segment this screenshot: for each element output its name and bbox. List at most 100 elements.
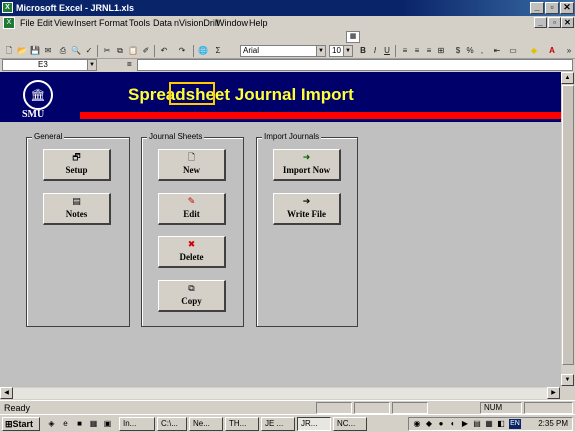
- menu-help[interactable]: Help: [249, 17, 268, 30]
- scroll-right-icon[interactable]: ▶: [547, 387, 560, 399]
- copy-button[interactable]: ⧉ Copy: [158, 280, 226, 312]
- menu-window[interactable]: Window: [216, 17, 248, 30]
- group-label-general: General: [32, 132, 65, 142]
- tray-icon[interactable]: ◧: [496, 419, 506, 429]
- workbook-restore-button[interactable]: ▫: [548, 17, 561, 28]
- undo-icon[interactable]: ↶: [158, 45, 170, 57]
- decrease-indent-icon[interactable]: ⇤: [491, 45, 503, 57]
- fill-color-icon[interactable]: ◆: [528, 45, 540, 57]
- redo-icon[interactable]: ↷: [176, 45, 188, 57]
- taskbar-item-active[interactable]: JR...: [297, 417, 331, 431]
- taskbar-item[interactable]: NC...: [333, 417, 367, 431]
- toolbar-options-icon[interactable]: »: [563, 45, 575, 57]
- bold-icon[interactable]: B: [357, 45, 369, 57]
- spelling-icon[interactable]: ✓: [83, 45, 95, 57]
- notes-button[interactable]: ▤ Notes: [43, 193, 111, 225]
- edit-button[interactable]: ✎ Edit: [158, 193, 226, 225]
- formula-input[interactable]: [137, 59, 573, 71]
- copy-icon[interactable]: ⧉: [114, 45, 126, 57]
- new-icon[interactable]: 🗋: [3, 45, 15, 57]
- hyperlink-icon[interactable]: 🌐: [197, 45, 209, 57]
- tray-icon[interactable]: ◆: [424, 419, 434, 429]
- align-center-icon[interactable]: ≡: [411, 45, 423, 57]
- autosum-icon[interactable]: Σ: [212, 45, 224, 57]
- maximize-button[interactable]: ▫: [545, 2, 559, 14]
- taskbar-item[interactable]: C:\...: [157, 417, 187, 431]
- new-button[interactable]: 🗋 New: [158, 149, 226, 181]
- start-button[interactable]: ⊞Start: [2, 417, 40, 431]
- quicklaunch-icon[interactable]: ■: [74, 418, 85, 429]
- print-icon[interactable]: ⎙: [57, 45, 69, 57]
- name-box[interactable]: E3 ▼: [2, 59, 97, 71]
- comma-icon[interactable]: ,: [476, 45, 488, 57]
- align-left-icon[interactable]: ≡: [399, 45, 411, 57]
- scroll-down-icon[interactable]: ▼: [561, 374, 574, 386]
- format-painter-icon[interactable]: ✐: [140, 45, 152, 57]
- font-name-combo[interactable]: Arial ▼: [240, 45, 326, 57]
- vertical-scrollbar[interactable]: ▲ ▼: [561, 72, 575, 387]
- chevron-down-icon[interactable]: ▼: [87, 60, 96, 70]
- minimize-button[interactable]: _: [530, 2, 544, 14]
- font-size-combo[interactable]: 10 ▼: [329, 45, 353, 57]
- quicklaunch-icon[interactable]: ▣: [102, 418, 113, 429]
- tray-icon[interactable]: ▦: [484, 419, 494, 429]
- paste-icon[interactable]: 📋: [127, 45, 139, 57]
- floating-toolbar-icon[interactable]: ▦: [346, 31, 360, 43]
- scroll-up-icon[interactable]: ▲: [561, 72, 574, 84]
- workbook-close-button[interactable]: ✕: [561, 17, 574, 28]
- chevron-down-icon[interactable]: ▼: [316, 46, 325, 56]
- menu-tools[interactable]: Tools: [129, 17, 150, 30]
- email-icon[interactable]: ✉: [42, 45, 54, 57]
- chevron-down-icon[interactable]: ▼: [343, 46, 352, 56]
- setup-button[interactable]: 🗗 Setup: [43, 149, 111, 181]
- percent-icon[interactable]: %: [464, 45, 476, 57]
- smu-logo-text: SMU: [22, 109, 45, 120]
- align-right-icon[interactable]: ≡: [423, 45, 435, 57]
- tray-icon[interactable]: ●: [436, 419, 446, 429]
- italic-icon[interactable]: I: [369, 45, 381, 57]
- menu-nvisiondrill[interactable]: nVisionDrill: [174, 17, 219, 30]
- close-button[interactable]: ✕: [560, 2, 574, 14]
- open-icon[interactable]: 📂: [16, 45, 28, 57]
- menu-format[interactable]: Format: [99, 17, 128, 30]
- taskbar-item[interactable]: In...: [119, 417, 155, 431]
- delete-button[interactable]: ✖ Delete: [158, 236, 226, 268]
- cut-icon[interactable]: ✂: [101, 45, 113, 57]
- scroll-left-icon[interactable]: ◀: [0, 387, 13, 399]
- menu-view[interactable]: View: [54, 17, 73, 30]
- merge-center-icon[interactable]: ⊞: [435, 45, 447, 57]
- quicklaunch-icon[interactable]: ▦: [88, 418, 99, 429]
- quicklaunch-icon[interactable]: ◈: [46, 418, 57, 429]
- scroll-thumb[interactable]: [562, 85, 574, 365]
- font-color-icon[interactable]: A: [546, 45, 558, 57]
- taskbar-item[interactable]: JE ...: [261, 417, 295, 431]
- tray-icon[interactable]: ◐: [448, 419, 458, 429]
- horizontal-scrollbar[interactable]: ◀ ▶: [0, 387, 575, 400]
- menu-data[interactable]: Data: [153, 17, 172, 30]
- title-bar: X Microsoft Excel - JRNL1.xls _ ▫ ✕: [0, 0, 575, 16]
- save-icon[interactable]: 💾: [29, 45, 41, 57]
- scroll-track[interactable]: [13, 388, 547, 399]
- excel-icon[interactable]: X: [2, 2, 13, 13]
- print-preview-icon[interactable]: 🔍: [70, 45, 82, 57]
- taskbar-item[interactable]: Ne...: [189, 417, 223, 431]
- import-now-button[interactable]: ➜ Import Now: [273, 149, 341, 181]
- taskbar-item[interactable]: TH...: [225, 417, 259, 431]
- currency-icon[interactable]: $: [452, 45, 464, 57]
- write-file-icon: ➔: [302, 197, 311, 207]
- menu-edit[interactable]: Edit: [37, 17, 53, 30]
- language-indicator[interactable]: EN: [509, 419, 521, 429]
- tray-icon[interactable]: ▶: [460, 419, 470, 429]
- write-file-button[interactable]: ➔ Write File: [273, 193, 341, 225]
- menu-file[interactable]: File: [20, 17, 35, 30]
- workbook-icon[interactable]: X: [3, 17, 15, 29]
- underline-icon[interactable]: U: [381, 45, 393, 57]
- borders-icon[interactable]: ▭: [507, 45, 519, 57]
- tray-icon[interactable]: ◉: [412, 419, 422, 429]
- quicklaunch-ie-icon[interactable]: e: [60, 418, 71, 429]
- workbook-minimize-button[interactable]: _: [534, 17, 547, 28]
- active-cell-cursor[interactable]: [169, 82, 215, 105]
- menu-insert[interactable]: Insert: [74, 17, 97, 30]
- num-lock-indicator: NUM: [480, 402, 522, 414]
- tray-icon[interactable]: ▤: [472, 419, 482, 429]
